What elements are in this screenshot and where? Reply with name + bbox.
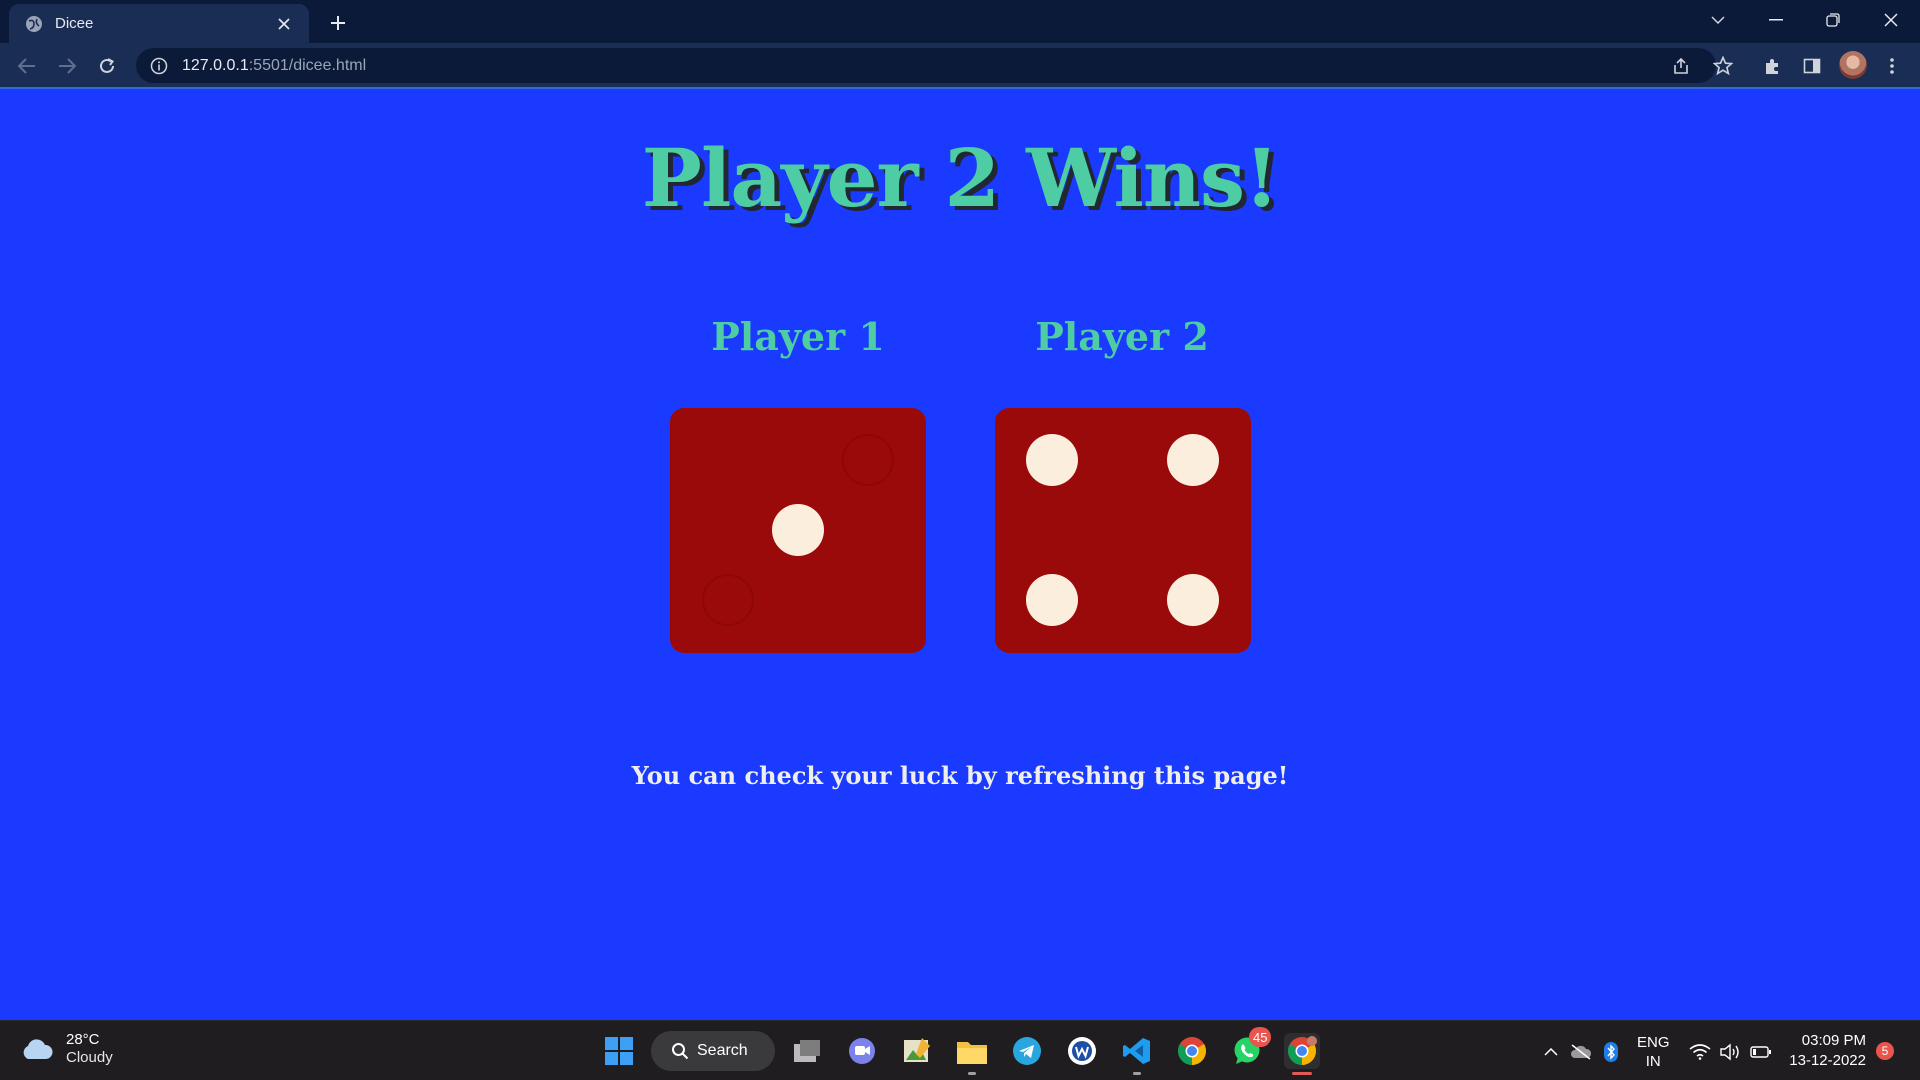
wifi-icon[interactable] bbox=[1689, 1041, 1711, 1063]
vscode-icon[interactable] bbox=[1119, 1033, 1155, 1075]
language-indicator[interactable]: ENG IN bbox=[1637, 1033, 1670, 1071]
clock-time: 03:09 PM bbox=[1801, 1032, 1866, 1049]
running-indicator bbox=[1133, 1072, 1141, 1075]
notification-badge[interactable]: 5 bbox=[1876, 1042, 1894, 1060]
die-pip-faint bbox=[842, 434, 894, 486]
close-tab-icon[interactable] bbox=[273, 13, 295, 35]
chrome-icon[interactable] bbox=[1174, 1033, 1210, 1069]
minimize-icon[interactable] bbox=[1748, 0, 1804, 40]
photo-editor-icon[interactable] bbox=[899, 1033, 935, 1069]
die-pip bbox=[1167, 434, 1219, 486]
profile-avatar[interactable] bbox=[1839, 51, 1867, 79]
site-info-icon[interactable] bbox=[150, 57, 168, 75]
lang-region: IN bbox=[1645, 1053, 1661, 1070]
tab-title: Dicee bbox=[55, 15, 94, 32]
weather-condition: Cloudy bbox=[66, 1049, 113, 1066]
bluetooth-icon[interactable] bbox=[1600, 1041, 1622, 1063]
player-2-label: Player 2 bbox=[1035, 314, 1209, 359]
task-view-icon[interactable] bbox=[789, 1033, 825, 1069]
app-w-icon[interactable] bbox=[1064, 1033, 1100, 1069]
whatsapp-icon[interactable]: 45 bbox=[1229, 1027, 1272, 1069]
browser-tab-strip: Dicee bbox=[0, 0, 1920, 43]
address-bar[interactable]: 127.0.0.1:5501/dicee.html bbox=[136, 48, 1716, 83]
extensions-icon[interactable] bbox=[1757, 51, 1787, 81]
lang-primary: ENG bbox=[1637, 1034, 1670, 1051]
chat-icon[interactable] bbox=[844, 1033, 880, 1069]
dicee-page: Player 2 Wins! Player 1 Player 2 You can… bbox=[0, 89, 1920, 1020]
menu-kebab-icon[interactable] bbox=[1877, 51, 1907, 81]
new-tab-button[interactable] bbox=[324, 9, 352, 37]
url-host: 127.0.0.1 bbox=[182, 56, 249, 74]
taskbar: 28°C Cloudy Search 45 ENG IN 03:09 PM 13… bbox=[0, 1020, 1920, 1080]
running-indicator bbox=[968, 1072, 976, 1075]
die-pip bbox=[1026, 574, 1078, 626]
chrome-active-icon[interactable] bbox=[1284, 1033, 1320, 1075]
running-indicator bbox=[1292, 1072, 1312, 1075]
cloud-icon bbox=[23, 1039, 53, 1059]
refresh-hint: You can check your luck by refreshing th… bbox=[631, 761, 1289, 790]
tab-search-icon[interactable] bbox=[1690, 0, 1746, 40]
player-1-die bbox=[670, 408, 926, 653]
die-pip bbox=[1026, 434, 1078, 486]
telegram-icon[interactable] bbox=[1009, 1033, 1045, 1069]
player-1-label: Player 1 bbox=[711, 314, 885, 359]
globe-icon bbox=[25, 15, 43, 33]
close-window-icon[interactable] bbox=[1863, 0, 1919, 40]
volume-icon[interactable] bbox=[1719, 1041, 1741, 1063]
die-pip bbox=[772, 504, 824, 556]
die-pip bbox=[1167, 574, 1219, 626]
share-icon[interactable] bbox=[1666, 51, 1696, 81]
start-icon[interactable] bbox=[601, 1033, 637, 1069]
forward-arrow-icon[interactable] bbox=[52, 51, 82, 81]
browser-tab[interactable]: Dicee bbox=[9, 4, 309, 43]
page-title: Player 2 Wins! bbox=[641, 131, 1279, 225]
taskbar-search[interactable]: Search bbox=[651, 1031, 775, 1071]
reload-icon[interactable] bbox=[92, 51, 122, 81]
file-explorer-icon[interactable] bbox=[954, 1033, 990, 1075]
restore-icon[interactable] bbox=[1805, 0, 1861, 40]
clock-date: 13-12-2022 bbox=[1789, 1052, 1866, 1069]
battery-icon[interactable] bbox=[1750, 1041, 1772, 1063]
back-arrow-icon[interactable] bbox=[12, 51, 42, 81]
onedrive-offline-icon[interactable] bbox=[1570, 1041, 1592, 1063]
system-clock[interactable]: 03:09 PM 13-12-2022 bbox=[1786, 1031, 1866, 1071]
url-path: :5501/dicee.html bbox=[248, 56, 367, 74]
weather-temp: 28°C bbox=[66, 1031, 100, 1048]
bookmark-star-icon[interactable] bbox=[1708, 51, 1738, 81]
player-2-die bbox=[995, 408, 1251, 653]
search-icon bbox=[672, 1043, 689, 1060]
die-pip-faint bbox=[702, 574, 754, 626]
browser-toolbar: 127.0.0.1:5501/dicee.html bbox=[0, 43, 1920, 88]
side-panel-icon[interactable] bbox=[1797, 51, 1827, 81]
chevron-up-icon[interactable] bbox=[1540, 1041, 1562, 1063]
search-label: Search bbox=[697, 1042, 748, 1059]
weather-widget[interactable]: 28°C Cloudy bbox=[20, 1031, 113, 1067]
whatsapp-badge: 45 bbox=[1249, 1027, 1272, 1047]
